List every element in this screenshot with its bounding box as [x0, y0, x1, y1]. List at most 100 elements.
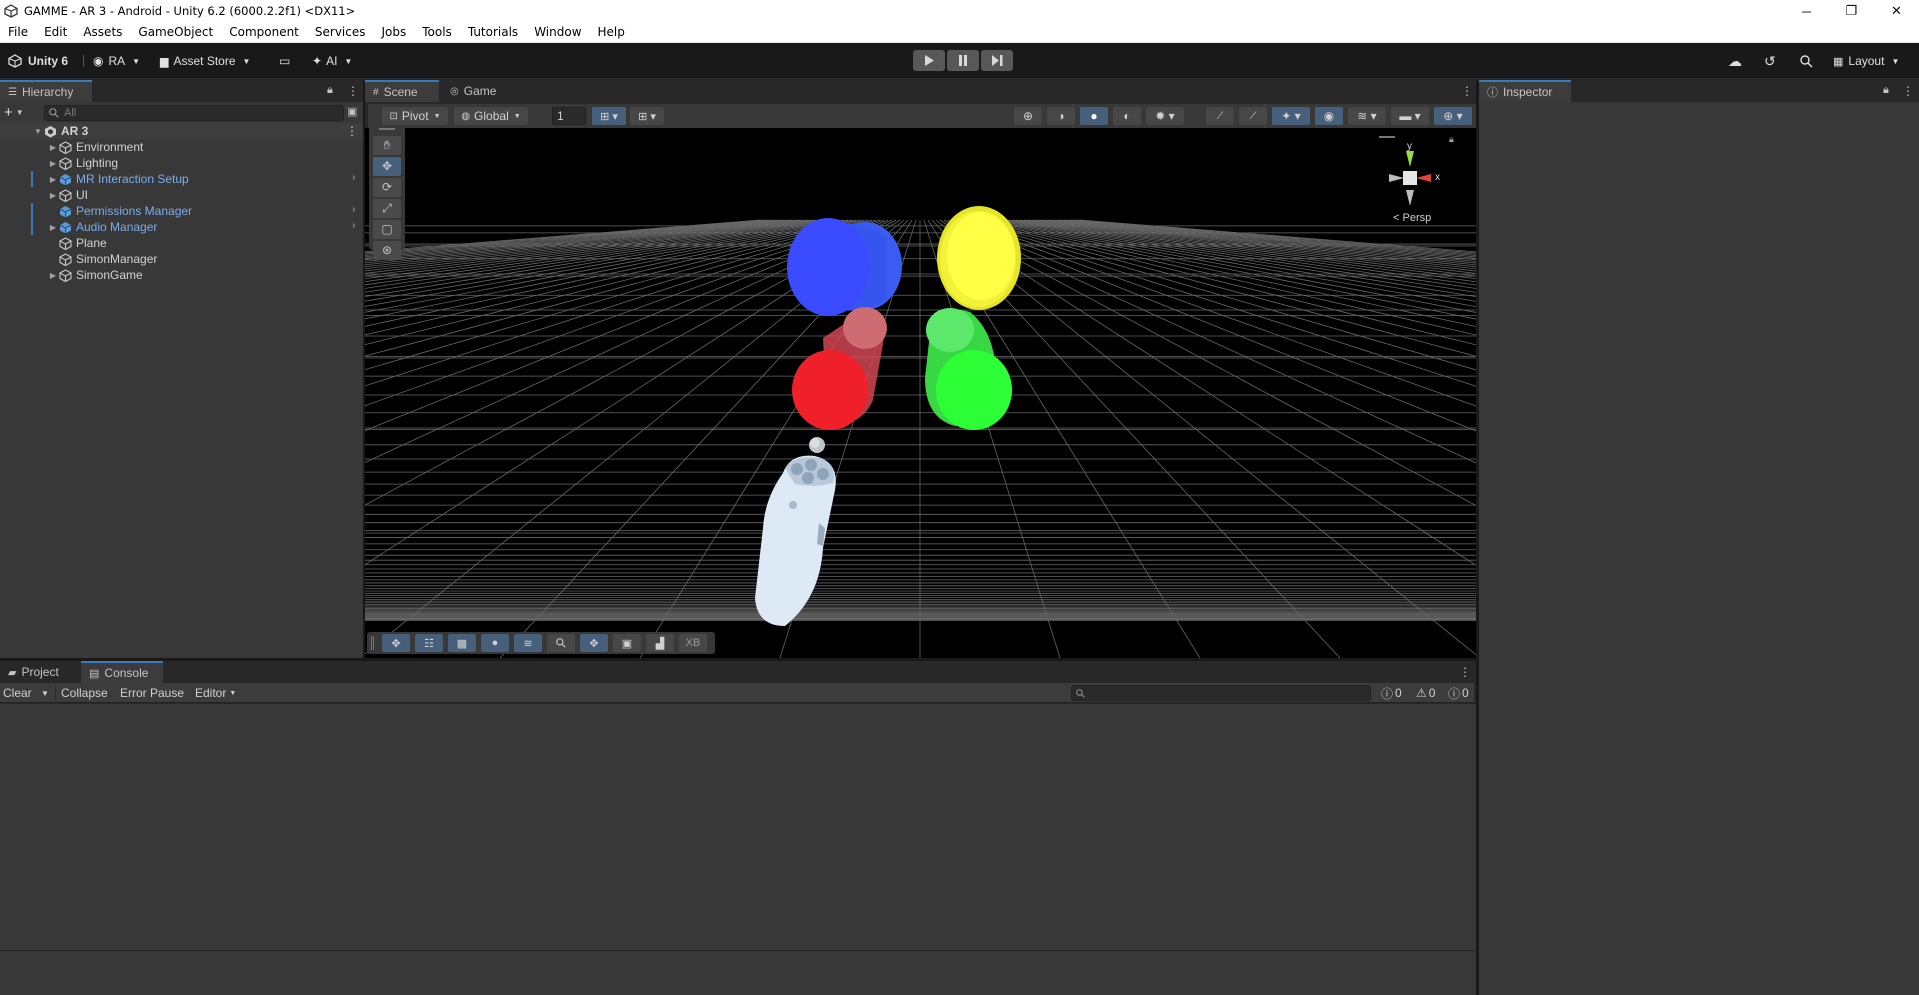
error-pause-toggle[interactable]: Error Pause [117, 683, 187, 703]
menu-tutorials[interactable]: Tutorials [460, 25, 526, 39]
gizmos-dropdown[interactable]: ⊕ ▾ [1434, 107, 1472, 125]
clear-options-dropdown[interactable]: ▼ [38, 683, 52, 703]
hierarchy-item-permissions-manager[interactable]: Permissions Manager › [0, 203, 363, 219]
wireframe-shading-button[interactable]: ◑ [1047, 107, 1075, 125]
ai-dropdown[interactable]: ✦ AI ▼ [312, 51, 352, 71]
pivot-dropdown[interactable]: ⊡ Pivot ▼ [382, 107, 448, 125]
hand-tool-button[interactable]: ✋︎ [373, 136, 401, 155]
search-button[interactable] [1800, 51, 1813, 71]
perspective-toggle[interactable]: < Persp [1393, 212, 1431, 224]
log-error-toggle[interactable]: ⓘ 0 [1445, 683, 1472, 703]
overlay-handle[interactable] [371, 636, 374, 650]
hierarchy-item-simonmanager[interactable]: SimonManager [0, 251, 157, 267]
hierarchy-item-audio-manager[interactable]: ▶ Audio Manager › [0, 219, 363, 235]
expand-arrow-icon[interactable]: ▼ [32, 127, 44, 136]
asset-store-dropdown[interactable]: ▆ Asset Store ▼ [160, 51, 250, 71]
unity-account-button[interactable]: Unity 6 [8, 51, 68, 71]
transform-tool-button[interactable]: ⊛ [373, 241, 401, 260]
scale-tool-button[interactable]: ⤢ [373, 199, 401, 218]
hierarchy-search[interactable]: All [44, 105, 344, 121]
menu-component[interactable]: Component [221, 25, 307, 39]
account-dropdown[interactable]: ◉ RA ▼ [93, 51, 140, 71]
xr-sphere-button[interactable]: ● [481, 634, 509, 652]
hierarchy-item-environment[interactable]: ▶ Environment [0, 139, 143, 155]
expand-arrow-icon[interactable]: ▶ [47, 271, 59, 280]
xr-sliders-button[interactable]: ☷ [415, 634, 443, 652]
menu-assets[interactable]: Assets [75, 25, 130, 39]
overlay-handle[interactable] [379, 128, 395, 130]
rect-tool-button[interactable]: ▢ [373, 220, 401, 239]
play-button[interactable] [913, 50, 945, 71]
expand-arrow-icon[interactable]: ▶ [47, 175, 59, 184]
tab-inspector[interactable]: ⓘ Inspector [1479, 80, 1571, 102]
create-dropdown[interactable]: + ▼ [4, 104, 24, 121]
xr-layers-button[interactable]: ≋ [514, 634, 542, 652]
expand-arrow-icon[interactable]: ▶ [47, 191, 59, 200]
tab-hierarchy[interactable]: ☰ Hierarchy [0, 80, 92, 102]
layout-dropdown[interactable]: ▦ Layout ▼ [1833, 51, 1899, 71]
log-warning-toggle[interactable]: ⚠ 0 [1413, 683, 1438, 703]
xr-simulator-button[interactable]: XB [679, 634, 707, 652]
debug-draw-dropdown[interactable]: ✹ ▾ [1146, 107, 1184, 125]
yellow-cylinder[interactable] [937, 206, 1021, 310]
cloud-button[interactable]: ☁ [1728, 51, 1742, 71]
xr-device-button[interactable]: ▣ [613, 634, 641, 652]
undo-history-button[interactable]: ↺ [1764, 51, 1776, 71]
orientation-gizmo[interactable]: 🔒︎ y x < Persp [1371, 132, 1471, 232]
blue-cylinder[interactable] [787, 218, 902, 316]
menu-file[interactable]: File [0, 25, 36, 39]
chevron-right-icon[interactable]: › [352, 204, 355, 215]
maximize-button[interactable]: ❐ [1829, 0, 1874, 22]
xr-grid-button[interactable]: ▩ [448, 634, 476, 652]
chevron-right-icon[interactable]: › [352, 220, 355, 231]
collapse-toggle[interactable]: Collapse [58, 683, 111, 703]
move-tool-button[interactable]: ✥ [373, 157, 401, 176]
more-options-icon[interactable]: ⋮ [1459, 665, 1471, 679]
xr-transform-button[interactable]: ✥ [580, 634, 608, 652]
tab-game[interactable]: ◎ Game [442, 80, 506, 102]
camera-dropdown[interactable]: ▬ ▾ [1391, 107, 1429, 125]
chevron-right-icon[interactable]: › [352, 172, 355, 183]
menu-jobs[interactable]: Jobs [374, 25, 415, 39]
scene-visibility-icon[interactable]: ▣ [347, 105, 357, 118]
shaded-button[interactable]: ● [1080, 107, 1108, 125]
close-button[interactable]: ✕ [1874, 0, 1919, 22]
tab-scene[interactable]: # Scene [365, 80, 439, 102]
grid-snap-toggle[interactable]: ⊞ ▾ [592, 107, 626, 125]
more-options-icon[interactable]: ⋮ [346, 124, 358, 138]
log-info-toggle[interactable]: ⓘ 0 [1378, 683, 1405, 703]
xr-environment-button[interactable]: ▟ [646, 634, 674, 652]
lock-icon[interactable]: 🔒︎ [1883, 84, 1889, 97]
menu-services[interactable]: Services [307, 25, 374, 39]
console-log-area[interactable] [0, 704, 1476, 950]
increment-snap-toggle[interactable]: ⊞ ▾ [630, 107, 664, 125]
hierarchy-item-ui[interactable]: ▶ UI [0, 187, 88, 203]
hierarchy-item-mr-interaction-setup[interactable]: ▶ MR Interaction Setup › [0, 171, 363, 187]
menu-tools[interactable]: Tools [414, 25, 460, 39]
orientation-toggle[interactable]: ⊕ [1014, 107, 1042, 125]
menu-edit[interactable]: Edit [36, 25, 75, 39]
menu-window[interactable]: Window [526, 25, 589, 39]
pause-button[interactable] [947, 50, 979, 71]
hierarchy-item-plane[interactable]: Plane [0, 235, 107, 251]
version-control-button[interactable]: ▭ [279, 51, 290, 71]
editor-dropdown[interactable]: Editor ▼ [192, 683, 239, 703]
more-options-icon[interactable]: ⋮ [1461, 84, 1473, 98]
lighting-toggle[interactable]: ⟋ [1239, 107, 1267, 125]
menu-gameobject[interactable]: GameObject [130, 25, 221, 39]
hierarchy-item-simongame[interactable]: ▶ SimonGame [0, 267, 143, 283]
rotate-tool-button[interactable]: ⟳ [373, 178, 401, 197]
console-search-input[interactable] [1071, 685, 1371, 701]
xr-move-button[interactable]: ✥ [382, 634, 410, 652]
red-cylinder[interactable] [792, 307, 887, 430]
xr-search-button[interactable] [547, 634, 575, 652]
tab-project[interactable]: ▰ Project [0, 661, 80, 683]
clear-button[interactable]: Clear [0, 683, 35, 703]
expand-arrow-icon[interactable]: ▶ [47, 159, 59, 168]
expand-arrow-icon[interactable]: ▶ [47, 223, 59, 232]
more-options-icon[interactable]: ⋮ [347, 84, 359, 98]
scene-row[interactable]: ▼ AR 3 ⋮ [0, 123, 363, 139]
grid-snap-input[interactable]: 1 [552, 107, 586, 125]
scene-viewport[interactable]: ✋︎ ✥ ⟳ ⤢ ▢ ⊛ 🔒︎ y x < Persp ✥ ☷ ▩ ● ≋ ✥ … [365, 128, 1476, 658]
green-cylinder[interactable] [925, 308, 1012, 430]
